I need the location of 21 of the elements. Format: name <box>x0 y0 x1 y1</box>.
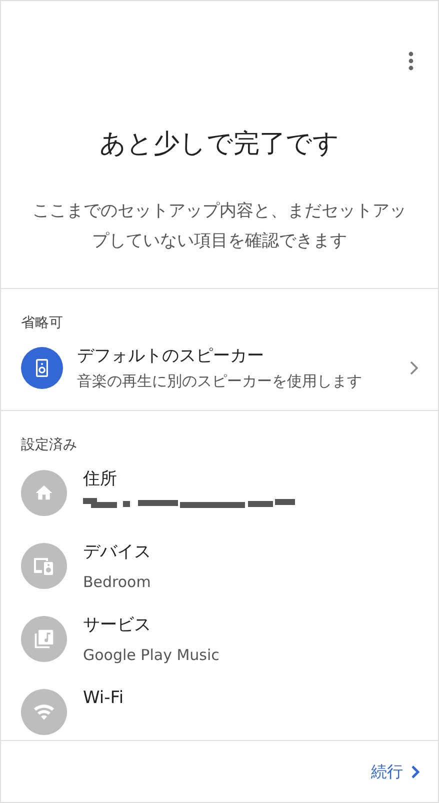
page-description: ここまでのセットアップ内容と、まだセットアップしていない項目を確認できます <box>32 200 408 253</box>
continue-button[interactable]: 続行 <box>371 760 420 784</box>
item-title: デバイス <box>83 541 151 564</box>
item-title: サービス <box>83 614 152 637</box>
section-heading: 省略可 <box>20 314 64 333</box>
chevron-right-icon <box>411 764 420 778</box>
item-subtitle: 音楽の再生に別のスピーカーを使用します <box>77 370 363 392</box>
devices-icon <box>32 555 56 577</box>
chevron-right-icon <box>410 361 418 375</box>
item-title: 住所 <box>83 468 118 491</box>
item-title: デフォルトのスピーカー <box>77 345 265 368</box>
item-title: Wi-Fi <box>83 687 124 710</box>
page-title: あと少しで完了です <box>100 128 340 161</box>
music-library-icon <box>33 628 55 650</box>
wifi-icon <box>32 702 56 722</box>
speaker-icon <box>21 347 63 389</box>
more-options-icon[interactable] <box>408 51 414 71</box>
item-subtitle: Bedroom <box>83 572 151 593</box>
default-speaker-item[interactable]: デフォルトのスピーカー 音楽の再生に別のスピーカーを使用します <box>1 344 438 410</box>
item-subtitle: Google Play Music <box>83 645 220 666</box>
section-heading: 設定済み <box>20 436 78 455</box>
